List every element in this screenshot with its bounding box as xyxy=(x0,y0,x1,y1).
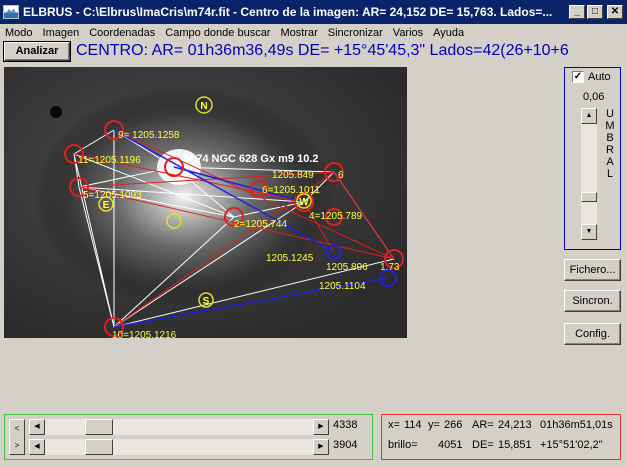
star-label: 1205.849 xyxy=(272,170,314,181)
app-mountain-icon xyxy=(3,5,19,19)
auto-checkbox[interactable]: ✓ Auto xyxy=(572,71,611,83)
star-label: 2=1205.744 xyxy=(234,219,288,230)
ar-hms: 01h36m51,01s xyxy=(540,419,613,431)
vertical-value: 3904 xyxy=(333,439,358,451)
horizontal-thumb[interactable] xyxy=(85,419,113,435)
star-label: 10=1205.1216 xyxy=(112,330,177,338)
brillo-value: 4051 xyxy=(438,439,463,451)
analizar-button[interactable]: Analizar xyxy=(4,42,70,61)
object-label: M 74 NGC 628 Gx m9 10.2 xyxy=(184,153,319,165)
compass-west: W xyxy=(299,197,309,208)
star-label: 4=1205.789 xyxy=(309,211,363,222)
menu-imagen[interactable]: Imagen xyxy=(38,27,85,39)
star-label: 1.73 xyxy=(380,262,400,273)
menu-modo[interactable]: Modo xyxy=(0,27,38,39)
scroll-down-icon[interactable]: ▼ xyxy=(581,224,597,240)
image-viewport[interactable]: N E W S M 74 NGC 628 Gx m9 10.2 9= 1205.… xyxy=(4,67,407,338)
umbral-label: U M B R A L xyxy=(605,108,615,180)
umbral-letter: R xyxy=(606,144,614,156)
ar-label: AR= xyxy=(472,419,494,431)
minimize-button[interactable]: _ xyxy=(569,5,585,19)
auto-label: Auto xyxy=(588,71,611,83)
star-label: 1205.1245 xyxy=(266,253,314,264)
scroll-left-icon[interactable]: ◀ xyxy=(29,439,45,455)
star-label: 11=1205.1196 xyxy=(78,155,141,166)
ar-decimal: 24,213 xyxy=(498,419,532,431)
umbral-letter: L xyxy=(606,168,614,180)
fichero-button[interactable]: Fichero... xyxy=(564,259,621,281)
star-label: 6 xyxy=(338,170,344,181)
compass-north: N xyxy=(200,101,207,112)
window-title: ELBRUS - C:\Elbrus\ImaCris\m74r.fit - Ce… xyxy=(23,5,553,19)
compass-east: E xyxy=(103,200,110,211)
star-label: 1205.1104 xyxy=(319,281,366,292)
horizontal-value: 4338 xyxy=(333,419,358,431)
close-button[interactable]: ✕ xyxy=(607,5,623,19)
title-bar: ELBRUS - C:\Elbrus\ImaCris\m74r.fit - Ce… xyxy=(0,0,627,24)
de-label: DE= xyxy=(472,439,494,451)
umbral-thumb[interactable] xyxy=(581,192,597,202)
umbral-slider[interactable]: ▲ ▼ xyxy=(581,108,597,240)
astro-image: N E W S M 74 NGC 628 Gx m9 10.2 9= 1205.… xyxy=(4,67,407,338)
star-label: 5=1205.1093 xyxy=(83,190,142,201)
menu-mostrar[interactable]: Mostrar xyxy=(275,27,322,39)
y-label: y= xyxy=(428,419,440,431)
umbral-panel: ✓ Auto 0,06 ▲ ▼ U M B R A L xyxy=(564,67,621,250)
scroll-right-icon[interactable]: ▶ xyxy=(313,419,329,435)
scroll-left-icon[interactable]: ◀ xyxy=(29,419,45,435)
status-panel: x= 114 y= 266 AR= 24,213 01h36m51,01s br… xyxy=(381,414,621,460)
star-label: 6=1205.1011 xyxy=(262,185,320,196)
vertical-thumb[interactable] xyxy=(85,439,113,455)
menu-bar: Modo Imagen Coordenadas Campo donde busc… xyxy=(0,24,627,42)
vertical-scrollbar[interactable]: ◀ ▶ xyxy=(29,439,329,455)
umbral-value: 0,06 xyxy=(583,91,605,103)
maximize-button[interactable]: □ xyxy=(587,5,603,19)
step-right-icon[interactable]: > xyxy=(10,437,24,454)
menu-coordenadas[interactable]: Coordenadas xyxy=(84,27,160,39)
compass-south: S xyxy=(203,296,210,307)
horizontal-scrollbar[interactable]: ◀ ▶ xyxy=(29,419,329,435)
de-decimal: 15,851 xyxy=(498,439,532,451)
checkbox-check-icon[interactable]: ✓ xyxy=(572,71,584,83)
menu-sincronizar[interactable]: Sincronizar xyxy=(323,27,388,39)
menu-ayuda[interactable]: Ayuda xyxy=(428,27,469,39)
menu-varios[interactable]: Varios xyxy=(388,27,428,39)
scroll-panel: < > ◀ ▶ 4338 ◀ ▶ 3904 xyxy=(4,414,373,460)
sincron-button[interactable]: Sincron. xyxy=(564,290,621,312)
star-label: 1205.896 xyxy=(326,262,368,273)
umbral-letter: M xyxy=(605,120,615,132)
scroll-up-icon[interactable]: ▲ xyxy=(581,108,597,124)
x-label: x= xyxy=(388,419,400,431)
star-label: 9= 1205.1258 xyxy=(118,130,180,141)
scroll-right-icon[interactable]: ▶ xyxy=(313,439,329,455)
scroll-step-buttons[interactable]: < > xyxy=(9,419,25,455)
dust-spot xyxy=(50,106,62,118)
umbral-letter: U xyxy=(606,108,614,120)
umbral-letter: A xyxy=(606,156,614,168)
y-value: 266 xyxy=(444,419,463,431)
config-button[interactable]: Config. xyxy=(564,323,621,345)
step-left-icon[interactable]: < xyxy=(10,420,24,437)
brillo-label: brillo= xyxy=(388,439,418,451)
umbral-letter: B xyxy=(606,132,614,144)
x-value: 114 xyxy=(404,419,422,431)
de-dms: +15°51'02,2" xyxy=(540,439,603,451)
centro-readout: CENTRO: AR= 01h36m36,49s DE= +15°45'45,3… xyxy=(76,42,569,59)
menu-campo-donde-buscar[interactable]: Campo donde buscar xyxy=(160,27,275,39)
